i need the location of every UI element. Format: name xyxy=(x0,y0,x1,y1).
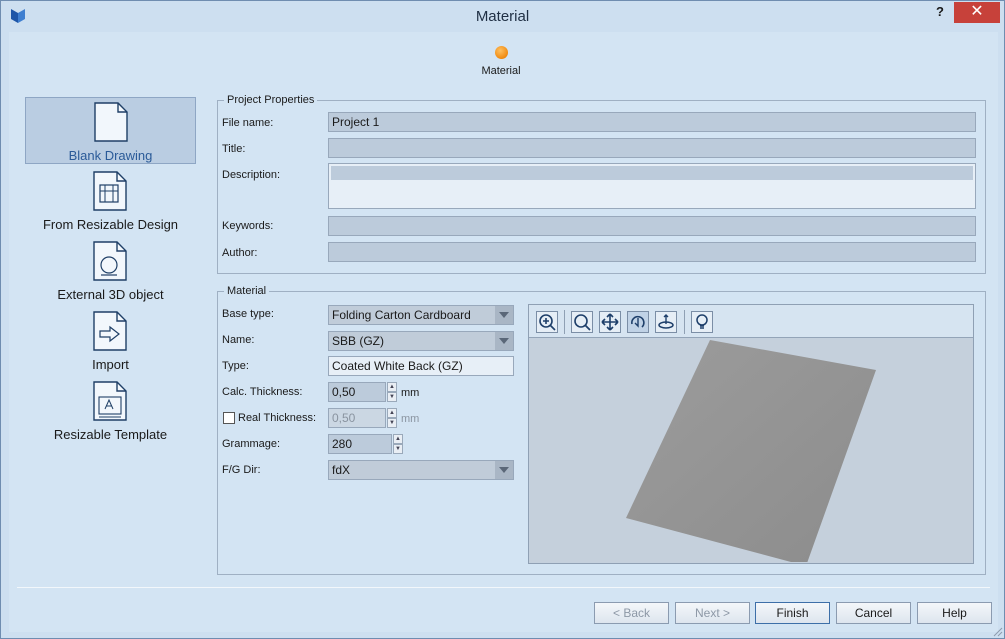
nav-from-resizable-design[interactable]: From Resizable Design xyxy=(25,167,196,235)
footer-separator xyxy=(17,587,990,588)
author-field[interactable] xyxy=(328,242,976,262)
viewer-toolbar xyxy=(529,305,973,338)
import-icon xyxy=(93,311,127,351)
close-button[interactable]: ✕ xyxy=(954,2,1000,23)
title-label: Title: xyxy=(222,143,246,155)
nav-label: Blank Drawing xyxy=(68,148,153,163)
keywords-field[interactable] xyxy=(328,216,976,236)
stepper-up-icon[interactable]: ▲ xyxy=(387,382,397,392)
stepper-down-icon[interactable]: ▼ xyxy=(387,392,397,402)
description-line xyxy=(331,166,973,180)
nav-import[interactable]: Import xyxy=(25,307,196,375)
file-name-label: File name: xyxy=(222,117,274,129)
real-thickness-field: 0,50 xyxy=(328,408,386,428)
nav-blank-drawing[interactable]: Blank Drawing xyxy=(25,97,196,164)
finish-button[interactable]: Finish xyxy=(755,602,830,624)
light-icon[interactable] xyxy=(691,311,713,333)
title-field[interactable] xyxy=(328,138,976,158)
real-thickness-stepper: ▲ ▼ xyxy=(387,408,397,428)
calc-thickness-unit: mm xyxy=(401,387,420,399)
chevron-down-icon[interactable] xyxy=(495,306,513,324)
material-sheet-preview xyxy=(626,340,876,562)
resizable-design-icon xyxy=(93,171,127,211)
description-field[interactable] xyxy=(328,163,976,209)
chevron-down-icon[interactable] xyxy=(495,461,513,479)
nav-label: Resizable Template xyxy=(53,427,168,442)
next-button[interactable]: Next > xyxy=(675,602,750,624)
zoom-icon[interactable] xyxy=(571,311,593,333)
grammage-stepper[interactable]: ▲ ▼ xyxy=(393,434,403,454)
fg-dir-select[interactable]: fdX xyxy=(328,460,514,480)
window-title: Material xyxy=(475,8,530,25)
calc-thickness-field[interactable]: 0,50 xyxy=(328,382,386,402)
calc-thickness-stepper[interactable]: ▲ ▼ xyxy=(387,382,397,402)
fg-dir-label: F/G Dir: xyxy=(222,464,261,476)
pan-icon[interactable] xyxy=(599,311,621,333)
external-3d-icon xyxy=(93,241,127,281)
real-thickness-checkbox[interactable] xyxy=(223,412,235,424)
blank-document-icon xyxy=(94,102,128,142)
help-title-button[interactable]: ? xyxy=(933,4,947,22)
description-label: Description: xyxy=(222,169,281,181)
nav-resizable-template[interactable]: Resizable Template xyxy=(25,377,196,445)
stepper-down-icon[interactable]: ▼ xyxy=(393,444,403,454)
nav-label: Import xyxy=(92,357,129,372)
rotate-icon[interactable] xyxy=(627,311,649,333)
grammage-label: Grammage: xyxy=(222,438,281,450)
nav-label: External 3D object xyxy=(57,287,164,302)
back-button[interactable]: < Back xyxy=(594,602,669,624)
name-value: SBB (GZ) xyxy=(332,334,385,348)
real-thickness-unit: mm xyxy=(401,413,420,425)
name-label: Name: xyxy=(222,334,255,346)
grammage-field[interactable]: 280 xyxy=(328,434,392,454)
stepper-up-icon: ▲ xyxy=(387,408,397,418)
chevron-down-icon[interactable] xyxy=(495,332,513,350)
base-type-select[interactable]: Folding Carton Cardboard xyxy=(328,305,514,325)
resizable-template-icon xyxy=(93,381,127,421)
keywords-label: Keywords: xyxy=(222,220,274,232)
project-properties-legend: Project Properties xyxy=(227,94,315,106)
cancel-button[interactable]: Cancel xyxy=(836,602,911,624)
resize-grip-icon[interactable] xyxy=(991,625,1003,637)
toolbar-separator xyxy=(564,310,565,334)
type-field[interactable]: Coated White Back (GZ) xyxy=(328,356,514,376)
toolbar-separator xyxy=(684,310,685,334)
step-indicator-dot xyxy=(495,46,508,59)
3d-viewport[interactable] xyxy=(530,340,972,562)
stepper-up-icon[interactable]: ▲ xyxy=(393,434,403,444)
base-type-label: Base type: xyxy=(222,308,274,320)
nav-external-3d-object[interactable]: External 3D object xyxy=(25,237,196,305)
title-bar: Material ? ✕ xyxy=(1,1,1004,32)
base-type-value: Folding Carton Cardboard xyxy=(332,308,471,322)
file-name-field[interactable]: Project 1 xyxy=(328,112,976,132)
fg-dir-value: fdX xyxy=(332,463,351,477)
calc-thickness-label: Calc. Thickness: xyxy=(222,386,303,398)
orbit-icon[interactable] xyxy=(655,311,677,333)
type-label: Type: xyxy=(222,360,249,372)
material-dialog: Material ? ✕ Material Blank Drawing From… xyxy=(0,0,1005,639)
material-legend: Material xyxy=(227,285,267,297)
nav-label: From Resizable Design xyxy=(42,217,179,232)
step-label: Material xyxy=(481,65,521,77)
help-button[interactable]: Help xyxy=(917,602,992,624)
material-preview-viewer xyxy=(528,304,974,564)
zoom-window-icon[interactable] xyxy=(536,311,558,333)
name-select[interactable]: SBB (GZ) xyxy=(328,331,514,351)
stepper-down-icon: ▼ xyxy=(387,418,397,428)
real-thickness-label: Real Thickness: xyxy=(238,412,317,424)
author-label: Author: xyxy=(222,247,258,259)
